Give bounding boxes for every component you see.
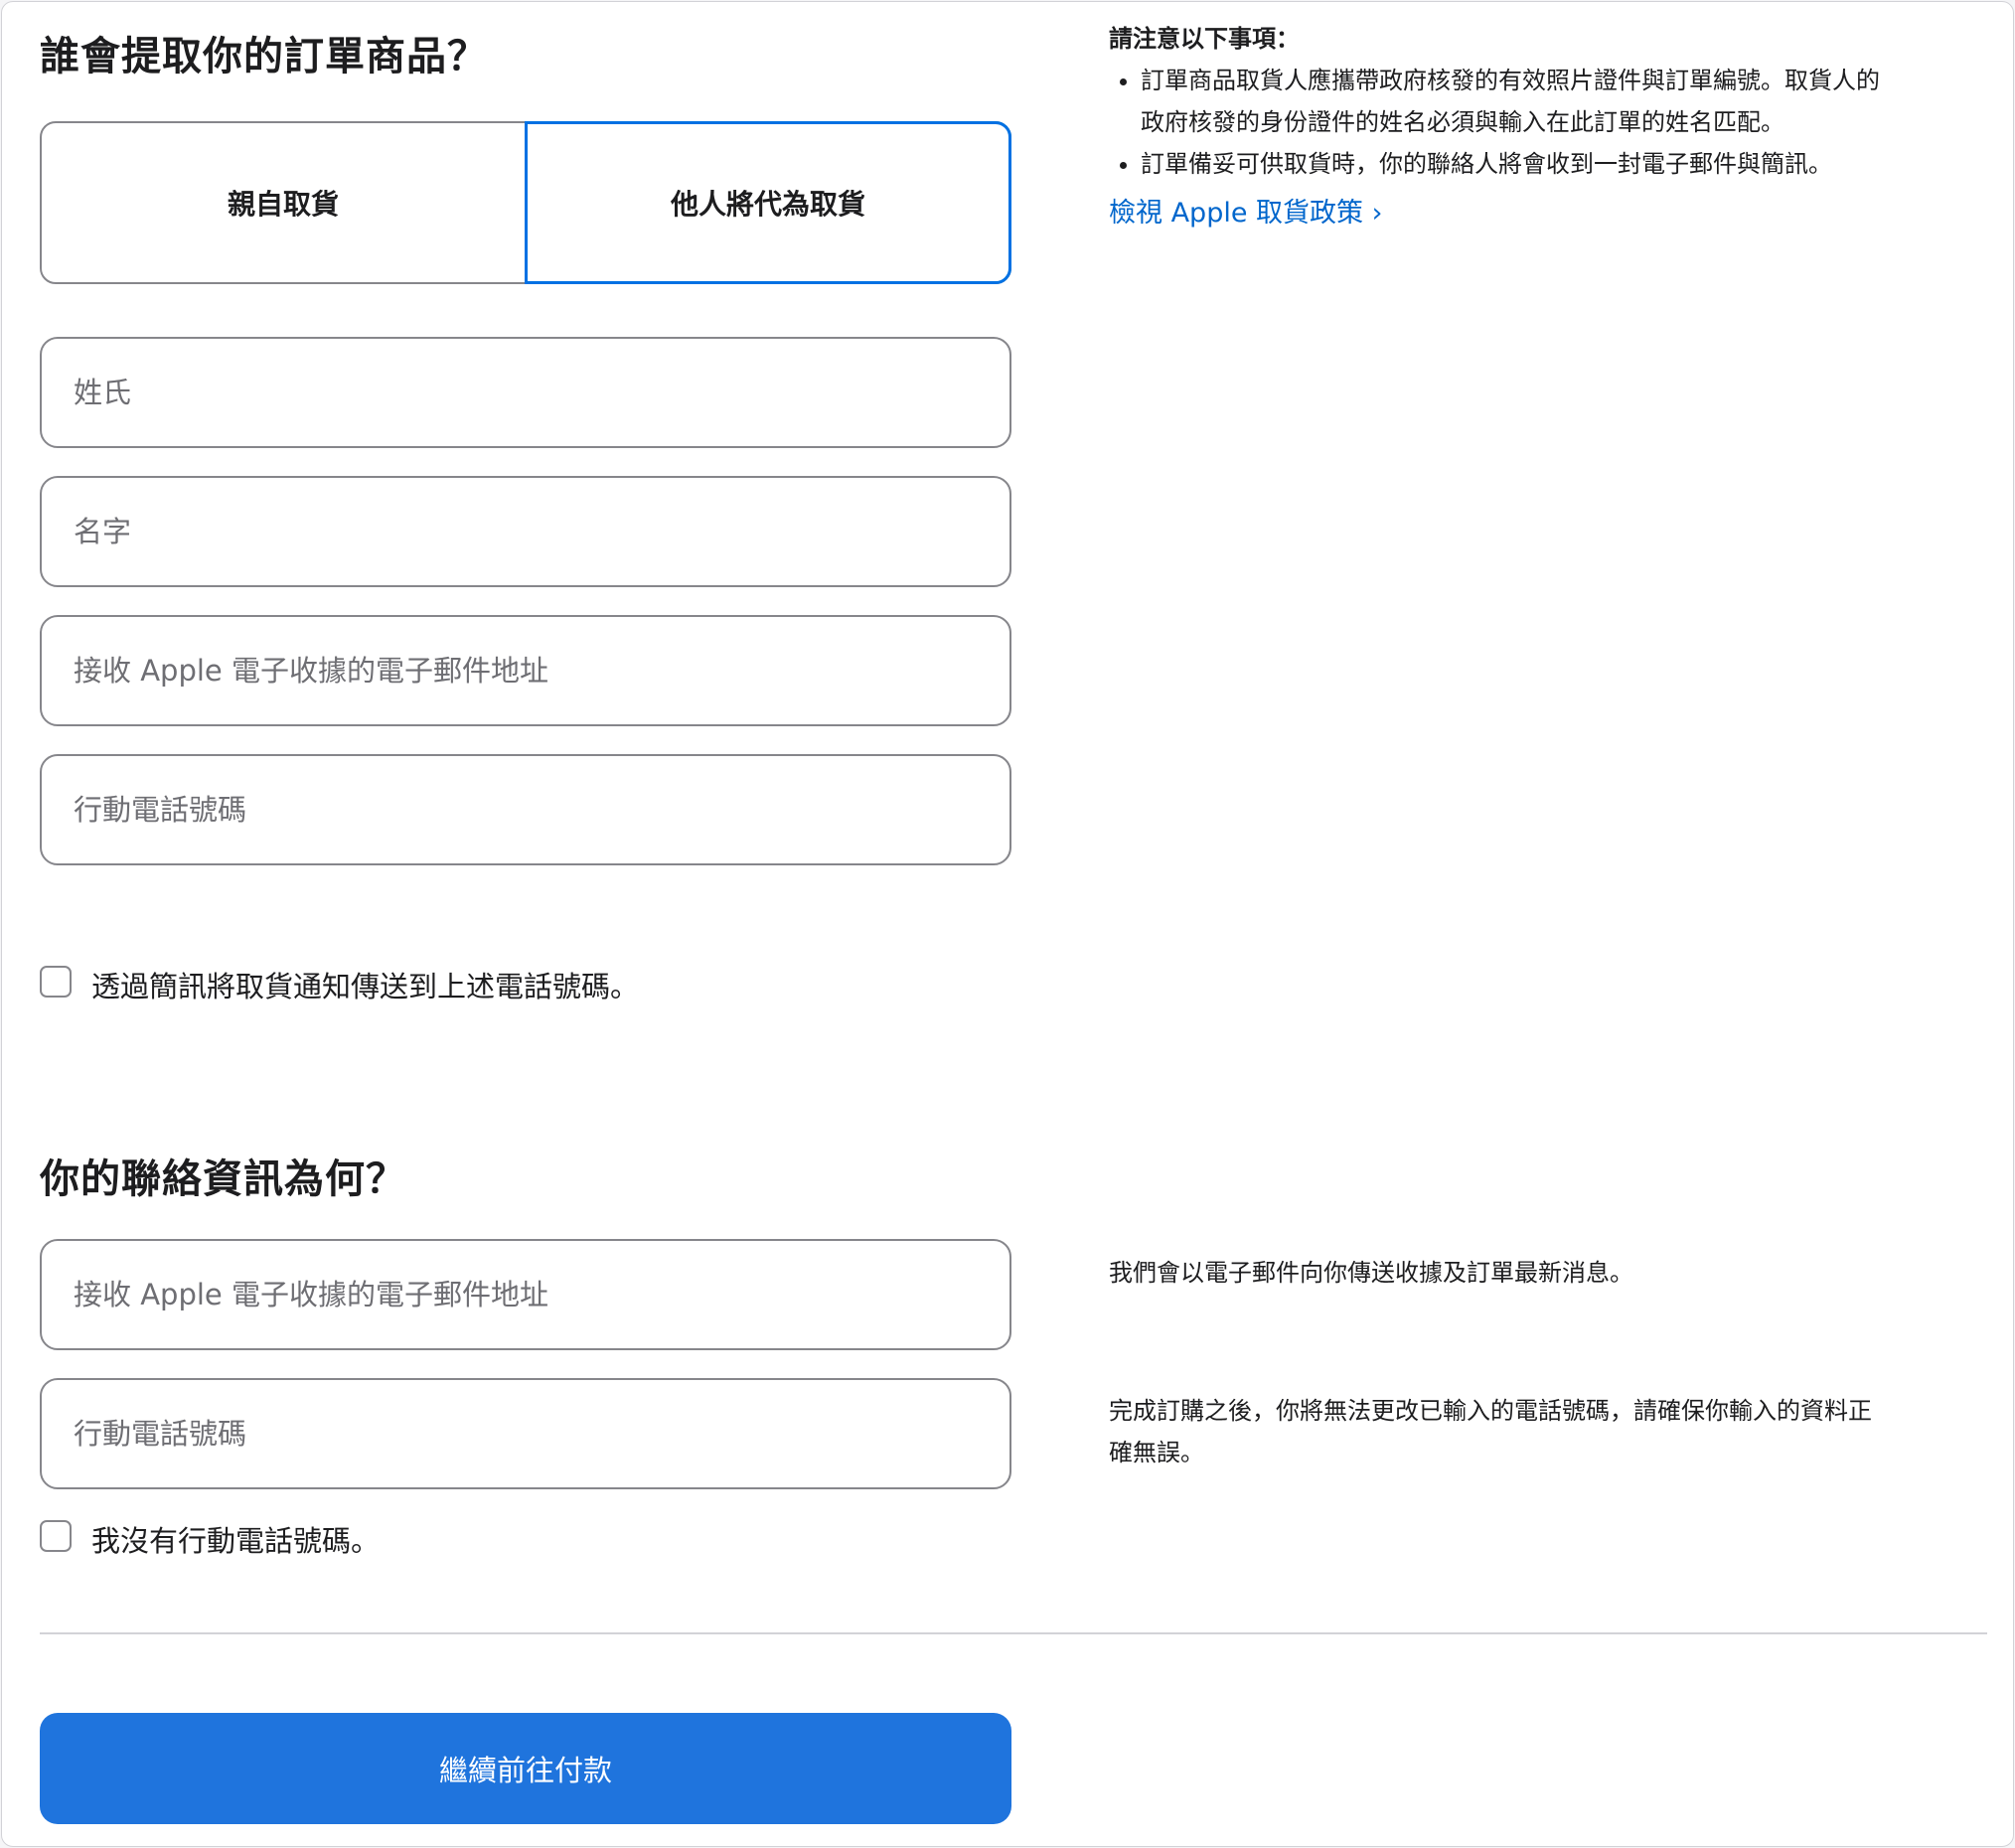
section-divider (40, 1632, 1987, 1634)
pickup-option-someone-else[interactable]: 他人將代為取貨 (525, 121, 1011, 284)
no-phone-label: 我沒有行動電話號碼。 (91, 1524, 381, 1558)
first-name-field (40, 476, 1011, 587)
checkout-panel: 誰會提取你的訂單商品？ 親自取貨 他人將代為取貨 透過簡訊將取貨通知傳送到上述電… (1, 1, 2014, 1847)
notes-list: 訂單商品取貨人應攜帶政府核發的有效照片證件與訂單編號。取貨人的政府核發的身份證件… (1109, 60, 1884, 185)
contact-heading: 你的聯絡資訊為何？ (40, 1156, 406, 1202)
note-item: 訂單備妥可供取貨時，你的聯絡人將會收到一封電子郵件與簡訊。 (1141, 143, 1884, 185)
pickup-phone-field (40, 754, 1011, 865)
pickup-heading: 誰會提取你的訂單商品？ (40, 34, 488, 79)
pickup-phone-input[interactable] (42, 756, 1009, 863)
pickup-notes: 請注意以下事項： 訂單商品取貨人應攜帶政府核發的有效照片證件與訂單編號。取貨人的… (1109, 18, 1884, 230)
contact-phone-note: 完成訂購之後，你將無法更改已輸入的電話號碼，請確保你輸入的資料正確無誤。 (1109, 1397, 1872, 1466)
pickup-option-self[interactable]: 親自取貨 (40, 121, 527, 284)
last-name-field (40, 337, 1011, 448)
sms-notification-label: 透過簡訊將取貨通知傳送到上述電話號碼。 (91, 970, 640, 1003)
pickup-email-field (40, 615, 1011, 726)
contact-phone-field (40, 1378, 1011, 1489)
chevron-right-icon: › (1371, 198, 1383, 229)
contact-phone-input[interactable] (42, 1380, 1009, 1487)
first-name-input[interactable] (42, 478, 1009, 585)
continue-to-payment-button[interactable]: 繼續前往付款 (40, 1713, 1011, 1824)
note-item: 訂單商品取貨人應攜帶政府核發的有效照片證件與訂單編號。取貨人的政府核發的身份證件… (1141, 60, 1884, 143)
no-phone-checkbox[interactable] (40, 1520, 72, 1552)
contact-email-note: 我們會以電子郵件向你傳送收據及訂單最新消息。 (1109, 1259, 1633, 1287)
pickup-policy-link[interactable]: 檢視 Apple 取貨政策 › (1109, 198, 1382, 229)
last-name-input[interactable] (42, 339, 1009, 446)
pickup-email-input[interactable] (42, 617, 1009, 724)
contact-email-input[interactable] (42, 1241, 1009, 1348)
notes-title: 請注意以下事項： (1109, 25, 1300, 53)
pickup-policy-link-text: 檢視 Apple 取貨政策 (1109, 198, 1364, 229)
sms-notification-checkbox[interactable] (40, 966, 72, 998)
contact-email-field (40, 1239, 1011, 1350)
